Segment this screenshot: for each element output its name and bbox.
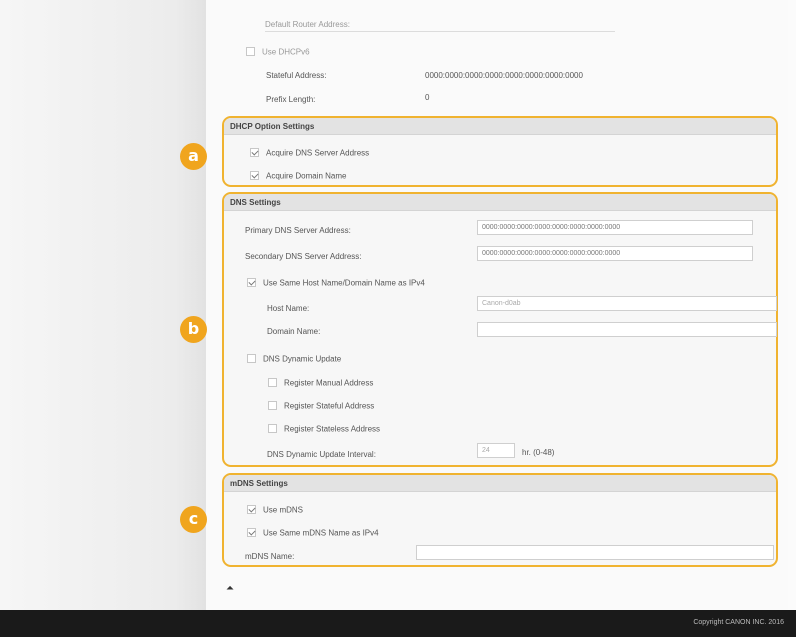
back-to-top-icon[interactable]: ⏶ (226, 583, 234, 594)
dns-update-interval-unit: hr. (0-48) (522, 448, 555, 457)
use-dhcpv6-checkbox[interactable] (246, 47, 255, 57)
register-stateless-checkbox[interactable] (268, 424, 277, 434)
use-mdns-label: Use mDNS (263, 505, 304, 515)
left-background (0, 0, 206, 610)
secondary-dns-label: Secondary DNS Server Address: (245, 252, 362, 261)
acquire-domain-checkbox[interactable] (250, 171, 259, 181)
dhcp-option-settings-title: DHCP Option Settings (224, 118, 776, 135)
stateful-address-label: Stateful Address: (266, 71, 327, 80)
register-stateful-label: Register Stateful Address (284, 401, 375, 411)
callout-badge-a: a (180, 143, 207, 170)
register-manual-label: Register Manual Address (284, 378, 374, 388)
acquire-domain-label: Acquire Domain Name (266, 171, 347, 181)
dns-settings-title: DNS Settings (224, 194, 776, 211)
footer: Copyright CANON INC. 2016 (0, 610, 796, 637)
use-same-mdns-row[interactable]: Use Same mDNS Name as IPv4 (247, 528, 379, 538)
acquire-dns-row[interactable]: Acquire DNS Server Address (250, 148, 370, 158)
dns-update-interval-label: DNS Dynamic Update Interval: (267, 450, 376, 459)
host-name-input[interactable]: Canon-d0ab (477, 296, 777, 311)
register-stateless-row[interactable]: Register Stateless Address (268, 424, 381, 434)
mdns-name-input[interactable] (416, 545, 774, 560)
use-dhcpv6-label: Use DHCPv6 (262, 47, 310, 57)
domain-name-input[interactable] (477, 322, 777, 337)
primary-dns-input[interactable]: 0000:0000:0000:0000:0000:0000:0000:0000 (477, 220, 753, 235)
use-mdns-row[interactable]: Use mDNS (247, 505, 304, 515)
use-same-mdns-label: Use Same mDNS Name as IPv4 (263, 528, 379, 538)
use-same-host-checkbox[interactable] (247, 278, 256, 288)
dns-dynamic-update-row[interactable]: DNS Dynamic Update (247, 354, 342, 364)
acquire-domain-row[interactable]: Acquire Domain Name (250, 171, 347, 181)
secondary-dns-input[interactable]: 0000:0000:0000:0000:0000:0000:0000:0000 (477, 246, 753, 261)
use-same-host-label: Use Same Host Name/Domain Name as IPv4 (263, 278, 425, 288)
callout-badge-c: c (180, 506, 207, 533)
register-stateful-row[interactable]: Register Stateful Address (268, 401, 375, 411)
register-manual-checkbox[interactable] (268, 378, 277, 388)
dns-update-interval-input[interactable]: 24 (477, 443, 515, 458)
use-same-mdns-checkbox[interactable] (247, 528, 256, 538)
primary-dns-label: Primary DNS Server Address: (245, 226, 351, 235)
host-name-label: Host Name: (267, 304, 310, 313)
callout-badge-b: b (180, 316, 207, 343)
stateful-address-value: 0000:0000:0000:0000:0000:0000:0000:0000 (425, 71, 583, 80)
dns-dynamic-update-label: DNS Dynamic Update (263, 354, 342, 364)
prefix-length-value: 0 (425, 93, 430, 102)
mdns-settings-title: mDNS Settings (224, 475, 776, 492)
divider (265, 31, 615, 32)
copyright-text: Copyright CANON INC. 2016 (693, 619, 784, 626)
use-mdns-checkbox[interactable] (247, 505, 256, 515)
prefix-length-label: Prefix Length: (266, 95, 316, 104)
default-router-label: Default Router Address: (265, 20, 350, 29)
use-same-host-row[interactable]: Use Same Host Name/Domain Name as IPv4 (247, 278, 425, 288)
register-stateful-checkbox[interactable] (268, 401, 277, 411)
register-stateless-label: Register Stateless Address (284, 424, 381, 434)
acquire-dns-checkbox[interactable] (250, 148, 259, 158)
dns-dynamic-update-checkbox[interactable] (247, 354, 256, 364)
acquire-dns-label: Acquire DNS Server Address (266, 148, 370, 158)
mdns-name-label: mDNS Name: (245, 552, 295, 561)
use-dhcpv6-row[interactable]: Use DHCPv6 (246, 47, 310, 57)
register-manual-row[interactable]: Register Manual Address (268, 378, 374, 388)
domain-name-label: Domain Name: (267, 327, 321, 336)
